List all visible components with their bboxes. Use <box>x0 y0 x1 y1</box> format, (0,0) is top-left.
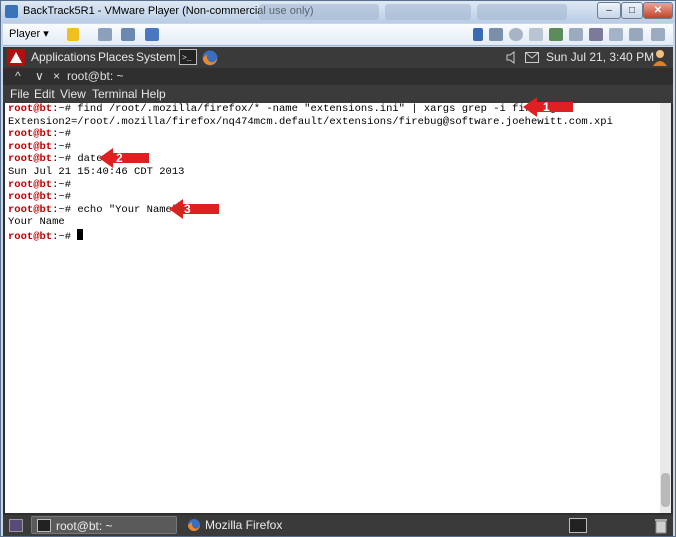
mail-icon[interactable] <box>525 52 539 63</box>
svg-text:>_: >_ <box>182 54 192 63</box>
terminal-scrollbar[interactable] <box>660 103 671 513</box>
firefox-launcher-icon[interactable] <box>201 49 219 66</box>
terminal-task-icon <box>37 519 51 532</box>
prompt-user: root@bt <box>8 230 53 243</box>
terminal-prompt-line: root@bt:~# <box>8 128 660 141</box>
backtrack-dragon-icon[interactable] <box>7 49 25 66</box>
command-text: echo "Your Name" <box>77 203 179 216</box>
pause-icon[interactable] <box>67 28 79 41</box>
annotation-arrow-2: 2 <box>99 148 149 168</box>
terminal-output-line: Extension2=/root/.mozilla/firefox/nq474m… <box>8 116 660 129</box>
minimize-button[interactable]: – <box>597 2 621 19</box>
taskbar-item-firefox[interactable]: Mozilla Firefox <box>183 516 363 534</box>
taskbar-item-terminal[interactable]: root@bt: ~ <box>31 516 177 534</box>
printer-icon[interactable] <box>609 28 623 41</box>
output-text: Extension2=/root/.mozilla/firefox/nq474m… <box>8 115 613 128</box>
terminal-output-line: Your Name <box>8 216 660 229</box>
taskbar-item-label: Mozilla Firefox <box>205 518 283 532</box>
terminal-title: root@bt: ~ <box>67 69 124 83</box>
system-menu[interactable]: System <box>136 50 176 64</box>
cd-drive-icon[interactable] <box>509 28 523 41</box>
terminal-prompt-line: root@bt:~# echo "Your Name" <box>8 204 660 217</box>
prompt-user: root@bt <box>8 203 53 216</box>
prompt-path: :~# <box>52 178 78 191</box>
prompt-path: :~# <box>52 140 78 153</box>
prompt-path: :~# <box>52 128 78 141</box>
menu-view[interactable]: View <box>60 87 86 101</box>
terminal-cursor <box>77 228 84 240</box>
background-tab-2[interactable] <box>385 4 471 20</box>
user-icon[interactable] <box>652 49 668 66</box>
menu-edit[interactable]: Edit <box>34 87 55 101</box>
annotation-label-1: 1 <box>543 100 550 114</box>
gnome-top-panel: Applications Places System >_ Sun Jul 21… <box>3 47 673 68</box>
gnome-bottom-panel: root@bt: ~ Mozilla Firefox <box>3 515 673 536</box>
player-menu-button[interactable]: Player ▾ <box>9 27 49 43</box>
floppy-icon[interactable] <box>529 28 543 41</box>
send-ctrl-alt-del-icon[interactable] <box>98 28 112 41</box>
unity-icon[interactable] <box>145 28 159 41</box>
places-menu[interactable]: Places <box>98 50 134 64</box>
terminal-launcher-icon[interactable]: >_ <box>179 49 197 65</box>
output-text: Your Name <box>8 216 65 229</box>
prompt-user: root@bt <box>8 191 53 204</box>
prompt-path: :~# <box>52 153 78 166</box>
annotation-label-3: 3 <box>184 202 191 216</box>
sound-card-icon[interactable] <box>589 28 603 41</box>
terminal-prompt-line: root@bt:~# <box>8 191 660 204</box>
panel-clock[interactable]: Sun Jul 21, 3:40 PM <box>546 50 654 64</box>
window-titlebar[interactable]: BackTrack5R1 - VMware Player (Non-commer… <box>1 1 675 23</box>
network-adapter-icon[interactable] <box>549 28 563 41</box>
annotation-arrow-1: 1 <box>523 97 573 117</box>
prompt-path: :~# <box>52 230 78 243</box>
menu-down-button[interactable]: ∨ <box>35 69 44 83</box>
camera-icon[interactable] <box>629 28 643 41</box>
terminal-prompt-line: root@bt:~# <box>8 179 660 192</box>
workspace-switcher-icon[interactable] <box>569 518 587 533</box>
annotation-label-2: 2 <box>116 151 123 165</box>
show-desktop-icon[interactable] <box>9 519 23 532</box>
command-text: find /root/.mozilla/firefox/* -name "ext… <box>77 103 557 115</box>
prompt-user: root@bt <box>8 140 53 153</box>
output-text: Sun Jul 21 15:40:46 CDT 2013 <box>8 165 185 178</box>
taskbar-item-label: root@bt: ~ <box>56 519 113 533</box>
maximize-button[interactable]: □ <box>621 2 643 19</box>
devices-chevron-icon[interactable] <box>473 28 483 41</box>
usb-device-icon[interactable] <box>569 28 583 41</box>
prompt-path: :~# <box>52 191 78 204</box>
prompt-path: :~# <box>52 203 78 216</box>
fullscreen-icon[interactable] <box>121 28 135 41</box>
background-tab-1[interactable] <box>259 4 379 20</box>
vmware-window: BackTrack5R1 - VMware Player (Non-commer… <box>0 0 676 537</box>
prompt-user: root@bt <box>8 103 53 115</box>
terminal-close-button[interactable]: × <box>53 69 60 83</box>
vmware-toolbar: Player ▾ <box>3 24 673 46</box>
terminal-prompt-line: root@bt:~# <box>8 228 660 243</box>
menu-terminal[interactable]: Terminal <box>92 87 137 101</box>
menu-file[interactable]: File <box>10 87 29 101</box>
background-tab-3[interactable] <box>477 4 567 20</box>
hard-disk-icon[interactable] <box>489 28 503 41</box>
menu-help[interactable]: Help <box>141 87 166 101</box>
prompt-path: :~# <box>52 103 78 115</box>
roll-up-button[interactable]: ^ <box>15 69 21 83</box>
prompt-user: root@bt <box>8 128 53 141</box>
prompt-user: root@bt <box>8 178 53 191</box>
applications-menu[interactable]: Applications <box>31 50 96 64</box>
annotation-arrow-3: 3 <box>169 199 219 219</box>
close-button[interactable]: ✕ <box>643 2 673 19</box>
trash-icon[interactable] <box>653 517 669 534</box>
terminal-window: ^ ∨ × root@bt: ~ File Edit View Terminal… <box>3 68 673 515</box>
prompt-user: root@bt <box>8 153 53 166</box>
firefox-task-icon <box>188 519 200 531</box>
terminal-titlebar[interactable]: ^ ∨ × root@bt: ~ <box>3 68 673 85</box>
scrollbar-thumb[interactable] <box>661 473 670 507</box>
volume-icon[interactable] <box>506 51 518 64</box>
vmware-app-icon <box>5 5 18 18</box>
message-log-icon[interactable] <box>651 28 665 41</box>
